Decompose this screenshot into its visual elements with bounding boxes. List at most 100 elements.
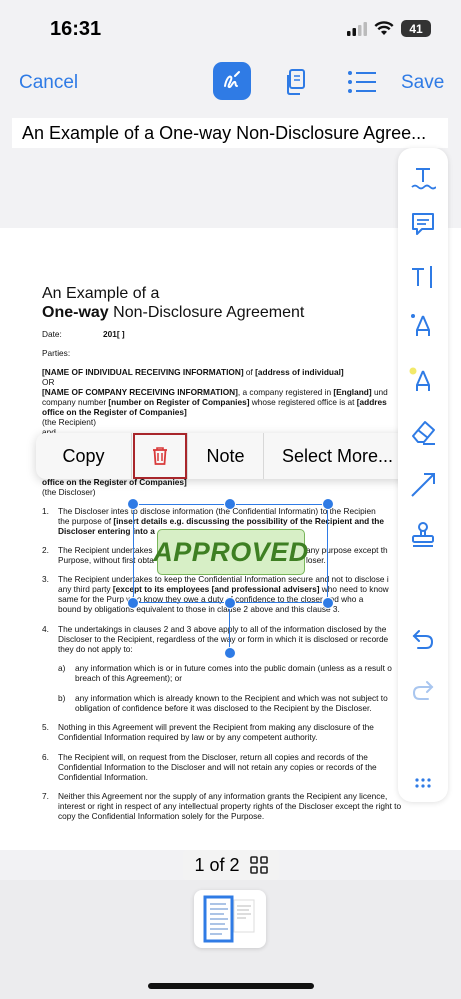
clause-6-line-2: Confidential Information to the Disclose…	[58, 762, 377, 772]
note-menu-item[interactable]: Note	[188, 433, 264, 479]
annotation-toolbar	[398, 148, 448, 802]
more-tools-button[interactable]	[407, 772, 439, 794]
clause-4-line-2: Discloser to the Recipient, regardless o…	[58, 634, 389, 644]
status-icons: 41	[347, 20, 431, 37]
rotate-handle-line	[229, 604, 230, 652]
arrow-diagonal-icon	[411, 473, 435, 497]
page-count-label: 1 of 2	[194, 854, 240, 875]
subclause-b-number: b)	[58, 693, 66, 703]
eraser-icon	[412, 421, 435, 445]
save-button[interactable]: Save	[401, 72, 444, 94]
page-indicator[interactable]: 1 of 2	[183, 850, 279, 880]
copy-menu-item[interactable]: Copy	[36, 433, 132, 479]
subclause-b-line-1: any information which is already known t…	[75, 693, 388, 703]
comment-tool[interactable]	[407, 208, 439, 240]
text-underline-tool[interactable]	[407, 162, 439, 194]
clause-4-line-1: The undertakings in clauses 2 and 3 abov…	[58, 624, 387, 634]
resize-handle-top-right[interactable]	[322, 498, 334, 510]
rotate-handle[interactable]	[224, 647, 236, 659]
signature-pen-icon	[224, 71, 240, 89]
party1-name: [NAME OF INDIVIDUAL RECEIVING INFORMATIO…	[42, 367, 244, 377]
subclause-a-line-1: any information which is or in future co…	[75, 663, 392, 673]
party2-line-2: company number [number on Register of Co…	[42, 397, 387, 407]
heading-bold: One-way	[42, 304, 109, 321]
date-value: 201[ ]	[103, 329, 125, 339]
party2-line-3: office on the Register of Companies]	[42, 407, 187, 417]
stamp-tool[interactable]	[407, 519, 439, 551]
pen-tool[interactable]	[407, 310, 439, 342]
redo-icon	[412, 681, 434, 700]
clause-6-number: 6.	[42, 752, 49, 762]
resize-handle-bottom[interactable]	[224, 597, 236, 609]
clause-7-line-1: Neither this Agreement nor the supply of…	[58, 791, 388, 801]
clause-4-number: 4.	[42, 624, 49, 634]
highlighter-icon	[409, 367, 430, 391]
select-more-menu-item[interactable]: Select More...	[264, 433, 411, 479]
party2-name: [NAME OF COMPANY RECEIVING INFORMATION]	[42, 387, 238, 397]
heading-line-2: One-way Non-Disclosure Agreement	[42, 303, 304, 322]
outline-list-button[interactable]	[347, 70, 377, 99]
stamp-icon	[412, 522, 434, 547]
cancel-button[interactable]: Cancel	[19, 72, 78, 94]
resize-handle-top[interactable]	[224, 498, 236, 510]
text-cursor-icon	[412, 266, 432, 288]
party2-line-1: [NAME OF COMPANY RECEIVING INFORMATION],…	[42, 387, 388, 397]
list-icon	[348, 71, 376, 93]
document-title[interactable]: An Example of a One-way Non-Disclosure A…	[12, 118, 448, 148]
clause-7-number: 7.	[42, 791, 49, 801]
signature-pen-button[interactable]	[213, 62, 251, 100]
home-indicator	[148, 983, 314, 989]
clause-5-line-2: Confidential Information required by law…	[58, 732, 318, 742]
approved-stamp[interactable]: APPROVED	[153, 529, 308, 575]
delete-menu-item[interactable]	[132, 433, 188, 479]
wifi-icon	[374, 21, 394, 35]
c3-l2d: who need to know	[319, 584, 389, 594]
c1-l1a: The Discloser inte	[58, 506, 125, 516]
clause-7-line-3: copy the Confidential Information solely…	[58, 811, 265, 821]
party2-line2a: company number	[42, 397, 109, 407]
parties-label: Parties:	[42, 348, 71, 358]
subclause-b-line-2: obligation of confidence before it was d…	[75, 703, 372, 713]
trash-icon	[152, 447, 167, 465]
page-thumbnail-1[interactable]	[194, 890, 266, 948]
document-heading: An Example of a One-way Non-Disclosure A…	[42, 284, 304, 322]
party2-line2b: [number on Register of Companies]	[108, 397, 250, 407]
c1-l2a: the purpose of	[58, 516, 114, 526]
highlighter-tool[interactable]	[407, 365, 439, 397]
clause-3-line-4: bound by obligations equivalent to those…	[58, 604, 340, 614]
subclause-a-line-2: breach of this Agreement); or	[75, 673, 182, 683]
clause-7-line-2: interest or right in respect of any inte…	[58, 801, 402, 811]
clause-6-line-3: Confidential Information.	[58, 772, 148, 782]
comment-icon	[412, 213, 434, 235]
party1-of: of	[243, 367, 256, 377]
context-menu: Copy Note Select More...	[36, 433, 411, 479]
battery-icon: 41	[401, 20, 431, 37]
heading-line-1: An Example of a	[42, 285, 160, 302]
party2-england: [England]	[333, 387, 372, 397]
line-arrow-tool[interactable]	[407, 469, 439, 501]
date-label: Date:	[42, 329, 62, 339]
redo-button[interactable]	[407, 675, 439, 707]
c3-l2a: any third party	[58, 584, 113, 594]
status-time: 16:31	[50, 18, 102, 40]
eraser-tool[interactable]	[407, 416, 439, 448]
copy-pages-icon	[287, 69, 305, 95]
undo-button[interactable]	[407, 624, 439, 656]
party2-line2d: [addres	[356, 397, 387, 407]
or-label: OR	[42, 377, 55, 387]
pages-button[interactable]	[284, 68, 308, 101]
party2-line2c: whose registered office is at	[249, 397, 357, 407]
clause-4-line-3: they do not apply to:	[58, 644, 133, 654]
text-box-tool[interactable]	[407, 261, 439, 293]
pen-nib-icon	[411, 314, 430, 336]
grid-view-icon	[249, 856, 268, 874]
delete-highlight	[132, 433, 187, 479]
resize-handle-bottom-right[interactable]	[322, 597, 334, 609]
resize-handle-bottom-left[interactable]	[127, 597, 139, 609]
heading-rest: Non-Disclosure Agreement	[108, 304, 305, 321]
text-underline-icon	[411, 168, 436, 190]
clause-6-line-1: The Recipient will, on request from the …	[58, 752, 368, 762]
clause-1-number: 1.	[42, 506, 49, 516]
resize-handle-top-left[interactable]	[127, 498, 139, 510]
discloser-label: (the Discloser)	[42, 487, 96, 497]
